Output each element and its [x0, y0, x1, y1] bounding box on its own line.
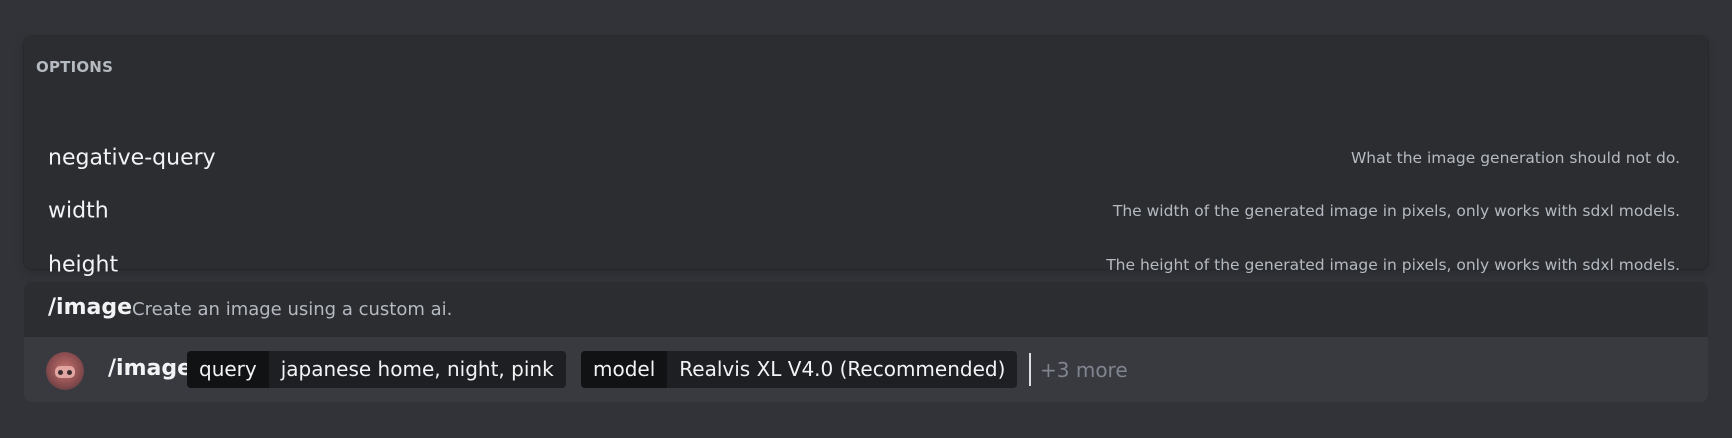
option-description: The width of the generated image in pixe…	[1112, 202, 1680, 220]
option-description: The height of the generated image in pix…	[1106, 256, 1680, 274]
param-key: query	[187, 351, 269, 388]
options-panel: OPTIONS negative-query What the image ge…	[24, 36, 1708, 278]
options-heading: OPTIONS	[36, 58, 114, 76]
more-options-button[interactable]: +3 more	[1040, 358, 1128, 382]
option-description: What the image generation should not do.	[1350, 149, 1680, 167]
option-name: width	[48, 198, 109, 224]
param-value[interactable]: japanese home, night, pink	[269, 351, 566, 388]
param-value[interactable]: Realvis XL V4.0 (Recommended)	[667, 351, 1017, 388]
command-header[interactable]: /image Create an image using a custom ai…	[24, 282, 1708, 337]
command-name: /image	[48, 295, 133, 320]
avatar-eye-icon	[58, 370, 63, 375]
option-item-width[interactable]: width The width of the generated image i…	[24, 185, 1708, 237]
option-item-negative-query[interactable]: negative-query What the image generation…	[24, 132, 1708, 184]
option-name: height	[48, 252, 119, 278]
avatar-eye-icon	[67, 370, 72, 375]
param-key: model	[581, 351, 668, 388]
text-caret	[1029, 353, 1031, 386]
param-chip-model[interactable]: model Realvis XL V4.0 (Recommended)	[581, 351, 1018, 388]
option-name: negative-query	[48, 145, 216, 171]
param-chip-query[interactable]: query japanese home, night, pink	[187, 351, 566, 388]
command-description: Create an image using a custom ai.	[132, 299, 453, 320]
message-input-row[interactable]: /image query japanese home, night, pink …	[24, 337, 1708, 402]
command-panel: /image Create an image using a custom ai…	[24, 282, 1708, 402]
input-command-name: /image	[108, 356, 193, 381]
slash-command-autocomplete: OPTIONS negative-query What the image ge…	[0, 0, 1732, 438]
bot-avatar	[46, 352, 84, 390]
